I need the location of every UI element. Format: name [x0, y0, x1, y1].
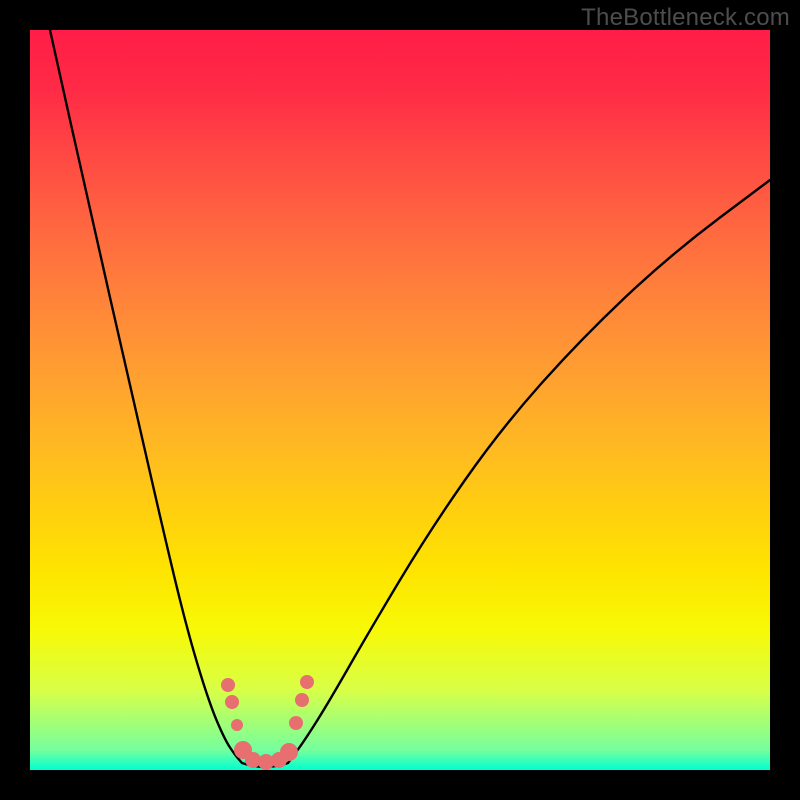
curve-marker — [295, 693, 309, 707]
curve-marker — [225, 695, 239, 709]
bottleneck-curve — [50, 30, 770, 767]
watermark-text: TheBottleneck.com — [581, 4, 790, 32]
curve-marker — [221, 678, 235, 692]
chart-stage: TheBottleneck.com — [0, 0, 800, 800]
curve-marker — [289, 716, 303, 730]
plot-area — [30, 30, 770, 770]
curve-marker — [300, 675, 314, 689]
curve-marker — [231, 719, 243, 731]
curve-marker — [280, 743, 298, 761]
curve-svg — [30, 30, 770, 770]
